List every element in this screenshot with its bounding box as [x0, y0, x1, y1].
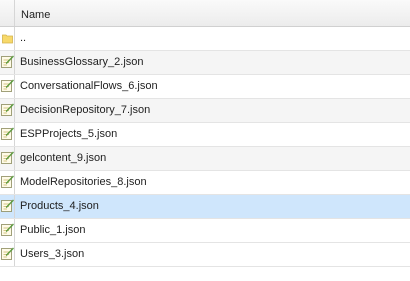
- icon-cell: [0, 75, 15, 98]
- list-item[interactable]: Users_3.json: [0, 243, 410, 267]
- list-item[interactable]: ConversationalFlows_6.json: [0, 75, 410, 99]
- icon-cell: [0, 147, 15, 170]
- json-file-icon: [1, 103, 14, 116]
- list-item-label: DecisionRepository_7.json: [20, 104, 151, 116]
- json-file-icon: [1, 127, 14, 140]
- list-item-label: gelcontent_9.json: [20, 152, 107, 164]
- file-list: Name .. BusinessGlossary_2.json Conversa…: [0, 0, 410, 281]
- icon-cell: [0, 51, 15, 74]
- icon-cell: [0, 99, 15, 122]
- list-item[interactable]: DecisionRepository_7.json: [0, 99, 410, 123]
- icon-cell: [0, 243, 15, 266]
- icon-cell: [0, 219, 15, 242]
- list-item[interactable]: gelcontent_9.json: [0, 147, 410, 171]
- list-item[interactable]: ModelRepositories_8.json: [0, 171, 410, 195]
- list-item-label: ESPProjects_5.json: [20, 128, 118, 140]
- json-file-icon: [1, 175, 14, 188]
- list-item-label: ConversationalFlows_6.json: [20, 80, 158, 92]
- list-item[interactable]: Public_1.json: [0, 219, 410, 243]
- icon-cell: [0, 27, 15, 50]
- icon-cell: [0, 171, 15, 194]
- list-item[interactable]: ESPProjects_5.json: [0, 123, 410, 147]
- column-header-row: Name: [0, 0, 410, 27]
- list-item-selected[interactable]: Products_4.json: [0, 195, 410, 219]
- icon-cell: [0, 195, 15, 218]
- folder-icon: [2, 34, 13, 44]
- list-item-label: Products_4.json: [20, 200, 99, 212]
- json-file-icon: [1, 199, 14, 212]
- list-item-label: ..: [20, 32, 27, 44]
- list-item[interactable]: BusinessGlossary_2.json: [0, 51, 410, 75]
- json-file-icon: [1, 151, 14, 164]
- json-file-icon: [1, 79, 14, 92]
- name-column-header[interactable]: Name: [21, 9, 50, 21]
- file-rows: .. BusinessGlossary_2.json Conversationa…: [0, 27, 410, 267]
- json-file-icon: [1, 223, 14, 236]
- list-item-label: Users_3.json: [20, 248, 85, 260]
- icon-cell: [0, 123, 15, 146]
- list-item-label: Public_1.json: [20, 224, 86, 236]
- list-item-label: BusinessGlossary_2.json: [20, 56, 144, 68]
- json-file-icon: [1, 55, 14, 68]
- list-item-parent-folder[interactable]: ..: [0, 27, 410, 51]
- json-file-icon: [1, 247, 14, 260]
- list-item-label: ModelRepositories_8.json: [20, 176, 147, 188]
- icon-column-header[interactable]: [0, 0, 15, 26]
